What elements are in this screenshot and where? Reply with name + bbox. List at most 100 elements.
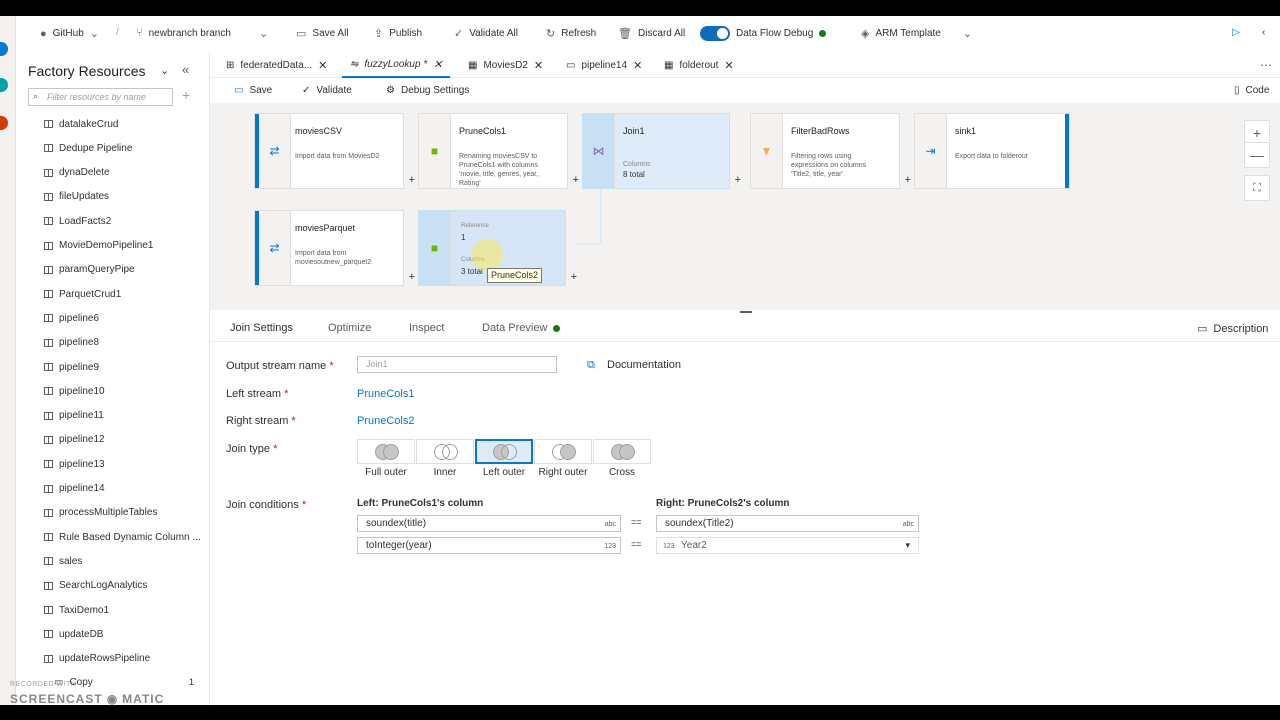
- sidebar-item[interactable]: MovieDemoPipeline1: [44, 238, 154, 254]
- add-resource-icon[interactable]: +: [182, 87, 190, 103]
- condition-2-left-input[interactable]: toInteger(year) 123: [357, 537, 621, 554]
- tab-optimize[interactable]: Optimize: [328, 322, 371, 334]
- close-icon[interactable]: ✕: [534, 59, 543, 72]
- collapse-panel-icon[interactable]: «: [182, 62, 189, 77]
- condition-1-right-input[interactable]: soundex(Title2) abc: [656, 515, 919, 532]
- node-sink1[interactable]: ⇥ sink1 Export data to folderout: [914, 113, 1070, 189]
- debug-settings-button[interactable]: ⚙ Debug Settings: [386, 85, 469, 96]
- tab-pipeline14[interactable]: ▭ pipeline14 ✕: [558, 52, 650, 78]
- close-icon[interactable]: ✕: [318, 59, 327, 72]
- sidebar-item[interactable]: SearchLogAnalytics: [44, 578, 147, 594]
- join-type-inner[interactable]: [416, 439, 474, 464]
- resource-search-input[interactable]: Filter resources by name: [28, 88, 173, 106]
- node-prunecols2-ghost[interactable]: ■ Reference 1 Columns 3 total + PruneCol…: [418, 210, 577, 286]
- publish-button[interactable]: ⇪ Publish: [374, 27, 422, 40]
- node-prunecols1[interactable]: ■ PruneCols1 Renaming moviesCSV to Prune…: [418, 113, 579, 189]
- sidebar-item[interactable]: paramQueryPipe: [44, 262, 135, 278]
- github-menu[interactable]: ● GitHub ⌄: [40, 27, 99, 41]
- sidebar-item[interactable]: processMultipleTables: [44, 505, 157, 521]
- condition-1-operator[interactable]: ==: [631, 517, 642, 527]
- condition-2-operator[interactable]: ==: [631, 539, 642, 549]
- branch-chevron[interactable]: ⌄: [259, 27, 268, 40]
- validate-button[interactable]: ✓ Validate: [302, 85, 352, 96]
- sidebar-item[interactable]: pipeline13: [44, 456, 105, 472]
- chevron-down-icon[interactable]: ⌄: [160, 64, 169, 77]
- tab-federated[interactable]: ⊞ federatedData... ✕: [218, 52, 335, 78]
- sidebar-item[interactable]: ParquetCrud1: [44, 286, 121, 302]
- sidebar-item[interactable]: pipeline12: [44, 432, 105, 448]
- node-join1[interactable]: ⋈ Join1 Columns 8 total +: [582, 113, 741, 189]
- join-type-right-outer[interactable]: [534, 439, 592, 464]
- tab-fuzzylookup[interactable]: ⇋ fuzzyLookup * ✕: [342, 52, 451, 78]
- sidebar-item[interactable]: updateDB: [44, 626, 103, 642]
- documentation-link[interactable]: Documentation: [607, 359, 681, 371]
- right-stream-value[interactable]: PruneCols2: [357, 415, 414, 427]
- sidebar-item[interactable]: sales: [44, 553, 82, 569]
- save-button[interactable]: ▭ Save: [234, 85, 272, 96]
- tab-moviesd2[interactable]: ▦ MoviesD2 ✕: [460, 52, 551, 78]
- tab-folderout[interactable]: ▦ folderout ✕: [656, 52, 742, 78]
- collapse-icon[interactable]: ‹: [1262, 27, 1265, 38]
- dataflow-icon: ⇋: [350, 58, 359, 70]
- sidebar-item[interactable]: dynaDelete: [44, 165, 110, 181]
- branch-menu[interactable]: ⑂ newbranch branch: [136, 27, 231, 39]
- sidebar-item[interactable]: pipeline8: [44, 335, 99, 351]
- sidebar-item[interactable]: updateRowsPipeline: [44, 651, 150, 667]
- add-transform-icon[interactable]: +: [735, 174, 741, 186]
- arm-template-menu[interactable]: ◈ ARM Template ⌄: [861, 27, 972, 40]
- add-transform-icon[interactable]: +: [571, 271, 577, 283]
- external-link-icon[interactable]: ⧉: [587, 359, 595, 372]
- monitor-icon[interactable]: [0, 78, 8, 92]
- close-icon[interactable]: ✕: [633, 59, 642, 72]
- tab-inspect[interactable]: Inspect: [409, 322, 444, 334]
- node-moviescsv[interactable]: ⇄ moviesCSV Import data from MoviesD2 +: [254, 113, 415, 189]
- sidebar-item[interactable]: datalakeCrud: [44, 116, 118, 132]
- tab-data-preview[interactable]: Data Preview: [482, 322, 561, 334]
- debug-toggle[interactable]: Data Flow Debug: [700, 26, 827, 41]
- close-icon[interactable]: ✕: [724, 59, 733, 72]
- toggle-switch[interactable]: [700, 26, 730, 41]
- sidebar-item[interactable]: pipeline11: [44, 408, 104, 424]
- add-transform-icon[interactable]: +: [905, 174, 911, 186]
- left-stream-value[interactable]: PruneCols1: [357, 388, 414, 400]
- zoom-out-icon[interactable]: —: [1244, 142, 1270, 168]
- sidebar-item[interactable]: pipeline14: [44, 481, 105, 497]
- manage-icon[interactable]: [0, 116, 8, 130]
- sidebar-item[interactable]: fileUpdates: [44, 189, 109, 205]
- sidebar-item[interactable]: pipeline6: [44, 310, 99, 326]
- refresh-button[interactable]: ↻ Refresh: [546, 27, 596, 40]
- sidebar-item[interactable]: pipeline9: [44, 359, 99, 375]
- sidebar-item[interactable]: TaxiDemo1: [44, 602, 109, 618]
- select-icon: ■: [430, 144, 439, 158]
- sidebar-item[interactable]: Dedupe Pipeline: [44, 140, 132, 156]
- output-stream-input[interactable]: Join1: [357, 356, 557, 373]
- more-icon[interactable]: ⋯: [1260, 58, 1272, 72]
- condition-2-right-select[interactable]: 123 Year2 ▾: [656, 537, 919, 554]
- author-icon[interactable]: [0, 42, 8, 56]
- condition-1-left-input[interactable]: soundex(title) abc: [357, 515, 621, 532]
- validate-all-button[interactable]: ✓ Validate All: [454, 27, 518, 40]
- join-type-left-outer[interactable]: [475, 439, 533, 464]
- chevron-down-icon: ⌄: [89, 28, 99, 40]
- sidebar-item[interactable]: LoadFacts2: [44, 213, 111, 229]
- description-button[interactable]: ▭ Description: [1197, 322, 1268, 336]
- resize-handle[interactable]: [740, 311, 752, 313]
- sidebar-item[interactable]: Rule Based Dynamic Column ...: [44, 529, 201, 545]
- comment-icon: ▭: [1197, 323, 1208, 335]
- node-moviesparquet[interactable]: ⇄ moviesParquet Import data from movieso…: [254, 210, 415, 286]
- add-transform-icon[interactable]: +: [573, 174, 579, 186]
- join-type-cross[interactable]: [593, 439, 651, 464]
- code-button[interactable]: ▯ Code: [1234, 85, 1269, 96]
- add-transform-icon[interactable]: +: [409, 174, 415, 186]
- fit-view-icon[interactable]: ⛶: [1244, 175, 1270, 201]
- join-type-full-outer[interactable]: [357, 439, 415, 464]
- node-filterbadrows[interactable]: ▼ FilterBadRows Filtering rows using exp…: [750, 113, 911, 189]
- sidebar-item[interactable]: pipeline10: [44, 383, 105, 399]
- tab-join-settings[interactable]: Join Settings: [230, 322, 293, 334]
- run-icon[interactable]: ▷: [1232, 27, 1240, 38]
- discard-all-button[interactable]: 🗑 Discard All: [618, 27, 685, 40]
- dataflow-canvas[interactable]: ⇄ moviesCSV Import data from MoviesD2 + …: [210, 103, 1280, 310]
- close-icon[interactable]: ✕: [433, 58, 442, 71]
- save-all-button[interactable]: ▭ Save All: [296, 27, 349, 40]
- add-transform-icon[interactable]: +: [409, 271, 415, 283]
